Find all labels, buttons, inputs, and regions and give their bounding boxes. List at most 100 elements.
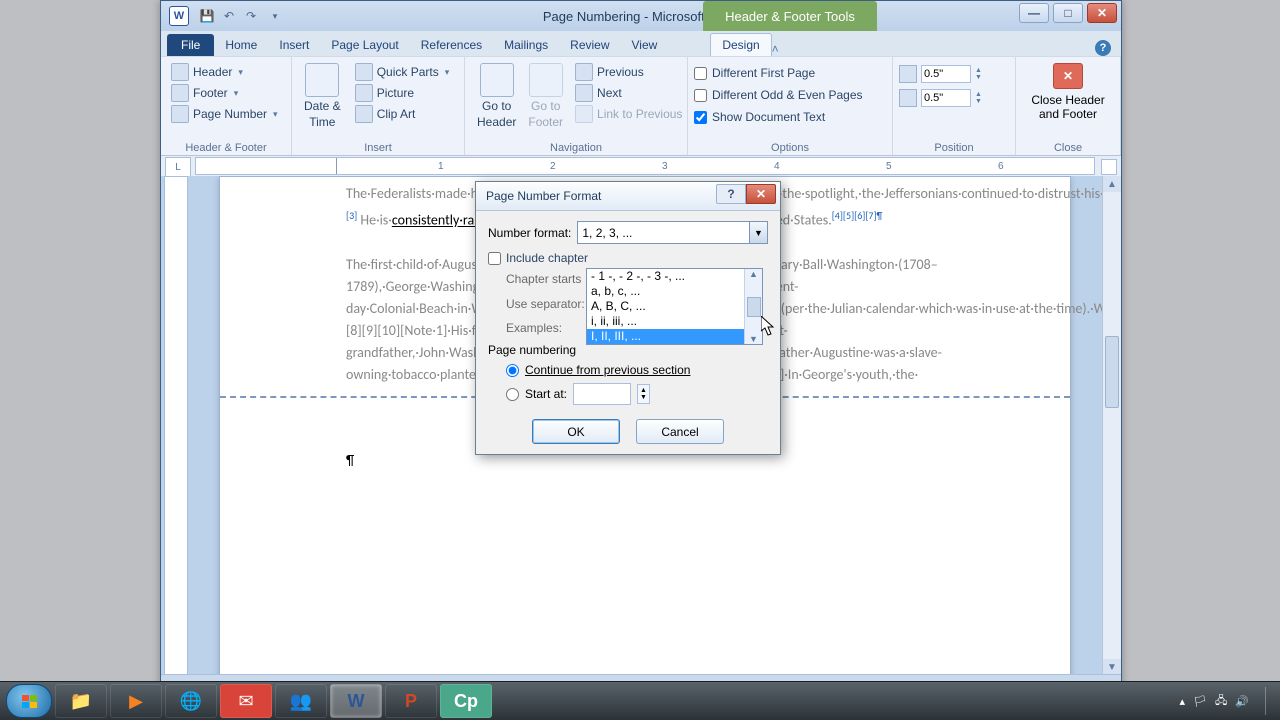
show-desktop-button[interactable]: [1265, 687, 1274, 715]
format-option[interactable]: A, B, C, ...: [587, 299, 762, 314]
header-button[interactable]: Header▾: [167, 62, 285, 82]
start-at-spinner[interactable]: ▲▼: [637, 384, 650, 404]
page-numbering-label: Page numbering: [488, 343, 768, 357]
tab-review[interactable]: Review: [559, 34, 620, 56]
group-position: ▲▼ ▲▼ Position: [893, 57, 1016, 155]
group-insert: Date &Time Quick Parts▾ Picture Clip Art…: [292, 57, 465, 155]
previous-button[interactable]: Previous: [571, 62, 686, 82]
ruler-row: L 1 2 3 4 5 6: [161, 156, 1121, 177]
help-icon[interactable]: ?: [1095, 40, 1111, 56]
taskbar-media-player[interactable]: ▶: [110, 684, 162, 718]
different-odd-even-checkbox[interactable]: Different Odd & Even Pages: [694, 87, 886, 103]
page-number-button[interactable]: Page Number▾: [167, 104, 285, 124]
close-button[interactable]: ✕: [1087, 3, 1117, 23]
taskbar-app-red[interactable]: ✉: [220, 684, 272, 718]
word-icon: W: [169, 6, 189, 26]
scroll-down-icon[interactable]: ▼: [1103, 659, 1121, 675]
save-icon[interactable]: 💾: [199, 8, 215, 24]
format-option[interactable]: a, b, c, ...: [587, 284, 762, 299]
tab-file[interactable]: File: [167, 34, 214, 56]
pilcrow: ¶: [346, 452, 354, 469]
undo-icon[interactable]: ↶: [221, 8, 237, 24]
system-tray[interactable]: ▴ 🏳 🖧 🔊: [1180, 687, 1274, 715]
tab-page-layout[interactable]: Page Layout: [320, 34, 409, 56]
titlebar: W 💾 ↶ ↷ ▾ Page Numbering - Microsoft Wor…: [161, 1, 1121, 31]
footer-from-bottom-input[interactable]: ▲▼: [899, 89, 1009, 107]
clip-art-button[interactable]: Clip Art: [351, 104, 454, 124]
windows-taskbar: 📁 ▶ 🌐 ✉ 👥 W P Cp ▴ 🏳 🖧 🔊: [0, 681, 1280, 720]
tray-network-icon[interactable]: 🖧: [1215, 692, 1227, 711]
start-at-radio[interactable]: Start at: ▲▼: [506, 383, 768, 405]
tab-references[interactable]: References: [410, 34, 493, 56]
horizontal-ruler[interactable]: 1 2 3 4 5 6: [195, 157, 1095, 175]
quick-parts-button[interactable]: Quick Parts▾: [351, 62, 454, 82]
format-option[interactable]: - 1 -, - 2 -, - 3 -, ...: [587, 269, 762, 284]
ok-button[interactable]: OK: [532, 419, 620, 444]
continue-radio[interactable]: Continue from previous section: [506, 363, 768, 377]
goto-header-button[interactable]: Go toHeader: [471, 59, 522, 155]
number-format-label: Number format:: [488, 226, 571, 240]
close-header-footer-button[interactable]: ✕ Close Header and Footer: [1023, 59, 1112, 125]
scroll-thumb[interactable]: [1105, 336, 1119, 408]
picture-button[interactable]: Picture: [351, 83, 454, 103]
examples-label: Examples:: [506, 321, 562, 335]
date-time-button[interactable]: Date &Time: [298, 59, 347, 155]
window-title: Page Numbering - Microsoft Word: [161, 9, 1121, 24]
start-at-input[interactable]: [573, 383, 631, 405]
tab-view[interactable]: View: [621, 34, 669, 56]
taskbar-explorer[interactable]: 📁: [55, 684, 107, 718]
qat-more-icon[interactable]: ▾: [267, 8, 283, 24]
taskbar-captivate[interactable]: Cp: [440, 684, 492, 718]
word-app-window: W 💾 ↶ ↷ ▾ Page Numbering - Microsoft Wor…: [160, 0, 1122, 694]
goto-footer-button: Go toFooter: [522, 59, 569, 155]
dialog-titlebar[interactable]: Page Number Format ? ✕: [476, 182, 780, 211]
dialog-title: Page Number Format: [486, 189, 601, 203]
ruler-toggle[interactable]: [1101, 159, 1117, 175]
different-first-page-checkbox[interactable]: Different First Page: [694, 65, 886, 81]
page-number-format-dialog: Page Number Format ? ✕ Number format: 1,…: [475, 181, 781, 455]
tab-home[interactable]: Home: [214, 34, 268, 56]
link-previous-button: Link to Previous: [571, 104, 686, 124]
header-from-top-input[interactable]: ▲▼: [899, 65, 1009, 83]
tab-mailings[interactable]: Mailings: [493, 34, 559, 56]
redo-icon[interactable]: ↷: [243, 8, 259, 24]
chapter-starts-label: Chapter starts: [506, 272, 581, 286]
dialog-help-button[interactable]: ?: [716, 184, 746, 204]
include-chapter-checkbox[interactable]: Include chapter: [488, 250, 768, 266]
use-separator-label: Use separator:: [506, 297, 585, 311]
chevron-down-icon[interactable]: ▼: [749, 222, 767, 243]
tray-volume-icon[interactable]: 🔊: [1235, 695, 1249, 708]
taskbar-word[interactable]: W: [330, 684, 382, 718]
dialog-close-button[interactable]: ✕: [746, 184, 776, 204]
dropdown-scrollbar[interactable]: ▲▼: [744, 269, 762, 344]
tab-insert[interactable]: Insert: [268, 34, 320, 56]
vertical-scrollbar[interactable]: ▲ ▼: [1102, 176, 1121, 675]
tab-selector[interactable]: L: [165, 157, 191, 177]
footer-button[interactable]: Footer▾: [167, 83, 285, 103]
tray-flag-icon[interactable]: 🏳: [1193, 695, 1207, 708]
taskbar-app-blue[interactable]: 👥: [275, 684, 327, 718]
ribbon-tabs: File Home Insert Page Layout References …: [161, 31, 1121, 56]
number-format-dropdown[interactable]: - 1 -, - 2 -, - 3 -, ... a, b, c, ... A,…: [586, 268, 763, 345]
taskbar-chrome[interactable]: 🌐: [165, 684, 217, 718]
start-button[interactable]: [6, 684, 52, 718]
maximize-button[interactable]: □: [1053, 3, 1083, 23]
number-format-combo[interactable]: 1, 2, 3, ... ▼: [577, 221, 768, 244]
group-navigation: Go toHeader Go toFooter Previous Next Li…: [465, 57, 688, 155]
cancel-button[interactable]: Cancel: [636, 419, 724, 444]
taskbar-powerpoint[interactable]: P: [385, 684, 437, 718]
vertical-ruler[interactable]: [164, 176, 188, 675]
scroll-up-icon[interactable]: ▲: [1103, 176, 1121, 192]
minimize-ribbon-icon[interactable]: ˄: [772, 42, 779, 56]
format-option[interactable]: i, ii, iii, ...: [587, 314, 762, 329]
next-button[interactable]: Next: [571, 83, 686, 103]
quick-access-toolbar: 💾 ↶ ↷ ▾: [199, 8, 283, 24]
tab-design[interactable]: Design: [710, 33, 771, 56]
group-header-footer: Header▾ Footer▾ Page Number▾ Header & Fo…: [161, 57, 292, 155]
ribbon: Header▾ Footer▾ Page Number▾ Header & Fo…: [161, 56, 1121, 156]
minimize-button[interactable]: —: [1019, 3, 1049, 23]
show-document-text-checkbox[interactable]: Show Document Text: [694, 109, 886, 125]
format-option-selected[interactable]: I, II, III, ...: [587, 329, 762, 344]
group-close: ✕ Close Header and Footer Close: [1016, 57, 1121, 155]
tray-up-icon[interactable]: ▴: [1180, 695, 1186, 708]
